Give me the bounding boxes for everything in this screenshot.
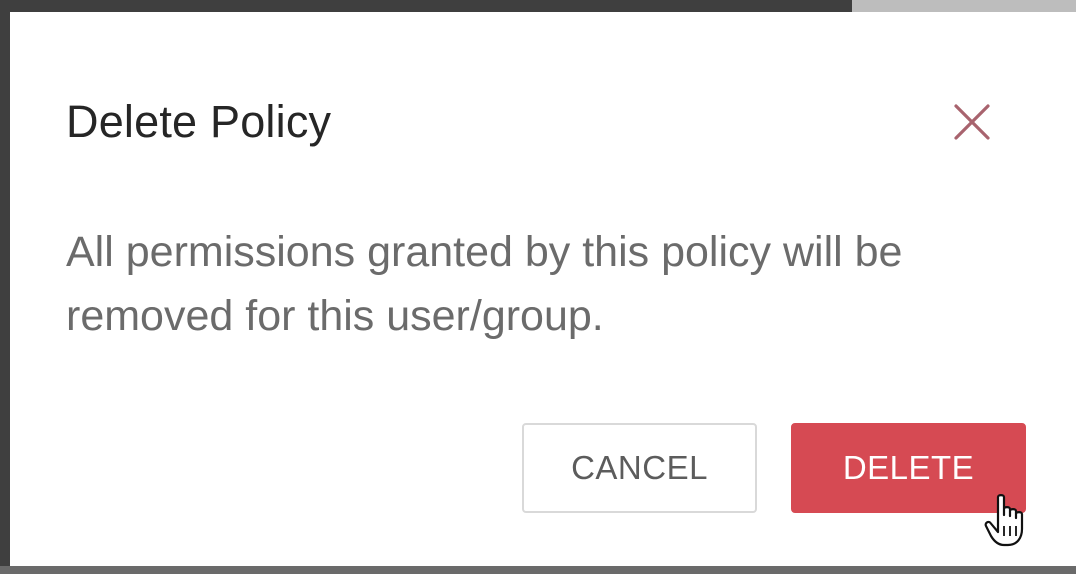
delete-button[interactable]: DELETE — [791, 423, 1026, 513]
backdrop-strip — [0, 566, 1076, 574]
cancel-button[interactable]: CANCEL — [522, 423, 757, 513]
close-icon — [954, 104, 990, 140]
dialog-message: All permissions granted by this policy w… — [66, 228, 903, 340]
delete-policy-dialog: Delete Policy All permissions granted by… — [10, 12, 1076, 566]
dialog-title: Delete Policy — [66, 96, 332, 147]
close-button[interactable] — [944, 94, 1000, 150]
backdrop-highlight — [852, 0, 1076, 12]
